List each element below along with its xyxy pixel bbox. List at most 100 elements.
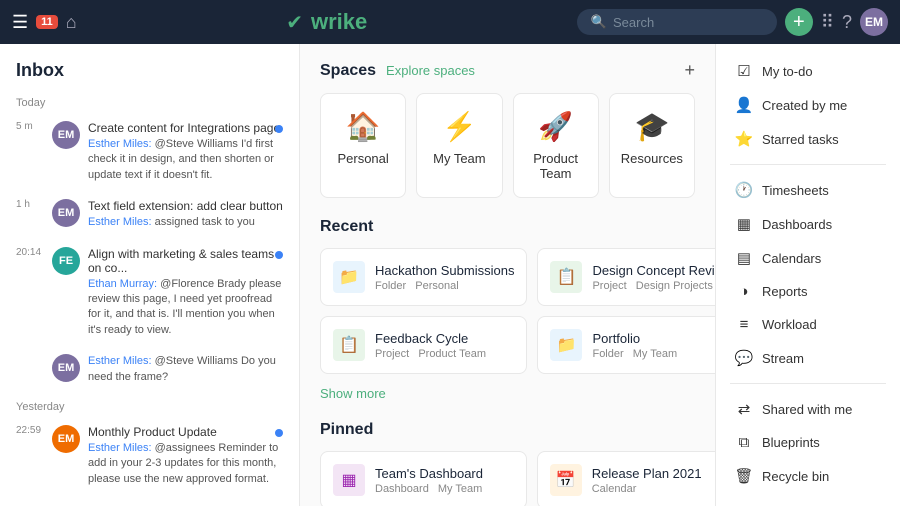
sidebar-item-shared[interactable]: ⇄ Shared with me xyxy=(720,392,896,426)
starred-icon: ⭐ xyxy=(734,130,754,148)
sidebar-item-recycle[interactable]: 🗑 Recycle bin xyxy=(720,459,896,493)
recent-type: Folder xyxy=(375,280,406,292)
sidebar-item-created-by-me[interactable]: 👤 Created by me xyxy=(720,88,896,122)
spaces-add-icon[interactable]: + xyxy=(684,60,695,81)
sidebar-label: Calendars xyxy=(762,251,821,266)
wrike-logo: wrike xyxy=(311,9,367,35)
sidebar-item-blueprints[interactable]: ⧉ Blueprints xyxy=(720,426,896,459)
sidebar-label: Blueprints xyxy=(762,435,820,450)
search-input[interactable] xyxy=(613,15,773,30)
home-icon[interactable]: ⌂ xyxy=(66,12,77,33)
sidebar-label: Reports xyxy=(762,284,808,299)
recent-name: Design Concept Review xyxy=(592,263,715,278)
sidebar-label: Created by me xyxy=(762,98,847,113)
inbox-item-text: Esther Miles: @assignees Reminder to add… xyxy=(88,441,283,487)
show-more-link[interactable]: Show more xyxy=(320,382,695,405)
sidebar-item-timesheets[interactable]: 🕐 Timesheets xyxy=(720,173,896,207)
avatar: FE xyxy=(52,247,80,275)
pinned-info: Team's Dashboard Dashboard My Team xyxy=(375,466,514,495)
inbox-content: Monthly Product Update Esther Miles: @as… xyxy=(88,425,283,487)
inbox-content: Text field extension: add clear button E… xyxy=(88,199,283,230)
sidebar-divider xyxy=(730,383,886,384)
hamburger-icon[interactable]: ☰ xyxy=(12,12,28,33)
pinned-grid: ▦ Team's Dashboard Dashboard My Team 📅 R… xyxy=(320,451,695,506)
help-icon[interactable]: ? xyxy=(842,12,852,33)
today-label: Today xyxy=(8,89,291,113)
sidebar-item-calendars[interactable]: ▤ Calendars xyxy=(720,241,896,275)
avatar: EM xyxy=(52,354,80,382)
pinned-info: Release Plan 2021 Calendar xyxy=(592,466,715,495)
sidebar-item-workload[interactable]: ≡ Workload xyxy=(720,308,896,341)
pinned-meta: Dashboard My Team xyxy=(375,483,514,495)
reports-icon: ◑ xyxy=(734,283,754,300)
inbox-item[interactable]: 20:14 FE Align with marketing & sales te… xyxy=(8,239,291,347)
recycle-icon: 🗑 xyxy=(734,467,754,485)
pinned-title: Pinned xyxy=(320,421,373,439)
spaces-title: Spaces xyxy=(320,62,376,80)
inbox-item[interactable]: EM Esther Miles: @Steve Williams Do you … xyxy=(8,346,291,393)
myteam-icon: ⚡ xyxy=(442,110,477,143)
search-bar[interactable]: 🔍 xyxy=(577,9,777,35)
stream-icon: 💬 xyxy=(734,349,754,367)
space-card-myteam[interactable]: ⚡ My Team xyxy=(416,93,502,198)
pinned-card[interactable]: 📅 Release Plan 2021 Calendar xyxy=(537,451,715,506)
sidebar-label: Shared with me xyxy=(762,402,852,417)
resources-icon: 🎓 xyxy=(634,110,669,143)
sidebar-label: Dashboards xyxy=(762,217,832,232)
blueprints-icon: ⧉ xyxy=(734,434,754,451)
inbox-item[interactable]: 5 m EM Create content for Integrations p… xyxy=(8,113,291,191)
recent-type: Folder xyxy=(592,348,623,360)
avatar: EM xyxy=(52,199,80,227)
space-label: Personal xyxy=(337,151,388,166)
project-icon: 📋 xyxy=(550,261,582,293)
mention: Ethan Murray: xyxy=(88,278,157,290)
space-label: Product Team xyxy=(524,151,588,181)
recent-name: Hackathon Submissions xyxy=(375,263,514,278)
recent-header: Recent xyxy=(320,218,695,236)
recent-card[interactable]: 📋 Design Concept Review Project Design P… xyxy=(537,248,715,306)
space-card-personal[interactable]: 🏠 Personal xyxy=(320,93,406,198)
sidebar-label: Recycle bin xyxy=(762,469,829,484)
mention: Esther Miles: xyxy=(88,442,152,454)
recent-card[interactable]: 📁 Hackathon Submissions Folder Personal xyxy=(320,248,527,306)
sidebar-label: Starred tasks xyxy=(762,132,839,147)
spaces-grid: 🏠 Personal ⚡ My Team 🚀 Product Team 🎓 Re… xyxy=(320,93,695,198)
add-button[interactable]: + xyxy=(785,8,813,36)
folder-icon: 📁 xyxy=(333,261,365,293)
pinned-card[interactable]: ▦ Team's Dashboard Dashboard My Team xyxy=(320,451,527,506)
sidebar-item-dashboards[interactable]: ▦ Dashboards xyxy=(720,207,896,241)
recent-card[interactable]: 📁 Portfolio Folder My Team xyxy=(537,316,715,374)
notification-badge[interactable]: 11 xyxy=(36,15,58,29)
pinned-parent: My Team xyxy=(438,483,482,495)
timesheets-icon: 🕐 xyxy=(734,181,754,199)
inbox-item-title: Text field extension: add clear button xyxy=(88,199,283,213)
inbox-item-text: Ethan Murray: @Florence Brady please rev… xyxy=(88,277,283,339)
inbox-time: 1 h xyxy=(16,199,44,230)
recent-info: Feedback Cycle Project Product Team xyxy=(375,331,514,360)
mention: Esther Miles: xyxy=(88,216,152,228)
grid-icon[interactable]: ⠿ xyxy=(821,12,834,33)
explore-spaces-link[interactable]: Explore spaces xyxy=(386,63,475,78)
unread-dot xyxy=(275,251,283,259)
sidebar-item-starred[interactable]: ⭐ Starred tasks xyxy=(720,122,896,156)
calendar-icon: 📅 xyxy=(550,464,582,496)
sidebar-item-todo[interactable]: ☑ My to-do xyxy=(720,54,896,88)
todo-icon: ☑ xyxy=(734,62,754,80)
recent-title: Recent xyxy=(320,218,373,236)
inbox-time: 22:59 xyxy=(16,425,44,487)
sidebar-item-stream[interactable]: 💬 Stream xyxy=(720,341,896,375)
space-card-productteam[interactable]: 🚀 Product Team xyxy=(513,93,599,198)
inbox-item[interactable]: 22:59 EM Monthly Product Update Esther M… xyxy=(8,417,291,495)
user-avatar[interactable]: EM xyxy=(860,8,888,36)
pinned-type: Dashboard xyxy=(375,483,429,495)
space-card-resources[interactable]: 🎓 Resources xyxy=(609,93,695,198)
yesterday-label: Yesterday xyxy=(8,393,291,417)
inbox-item[interactable]: 1 h EM Text field extension: add clear b… xyxy=(8,191,291,238)
sidebar-label: Stream xyxy=(762,351,804,366)
recent-card[interactable]: 📋 Feedback Cycle Project Product Team xyxy=(320,316,527,374)
recent-type: Project xyxy=(375,348,409,360)
inbox-item-title: Monthly Product Update xyxy=(88,425,283,439)
sidebar-item-reports[interactable]: ◑ Reports xyxy=(720,275,896,308)
avatar: EM xyxy=(52,425,80,453)
recent-meta: Project Product Team xyxy=(375,348,514,360)
